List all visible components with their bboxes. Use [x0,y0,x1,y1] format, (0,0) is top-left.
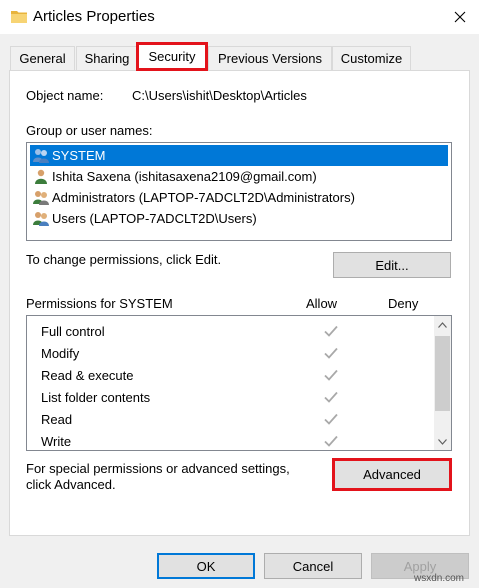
watermark: wsxdn.com [414,573,465,584]
chevron-down-icon [438,438,447,445]
permission-row-list-folder-contents: List folder contents [41,386,431,408]
group-item-system[interactable]: SYSTEM [30,145,448,166]
tab-customize[interactable]: Customize [332,46,411,70]
permission-label: Modify [41,345,80,361]
group-item-administrators[interactable]: Administrators (LAPTOP-7ADCLT2D\Administ… [30,187,448,208]
group-user-list[interactable]: SYSTEM Ishita Saxena (ishitasaxena2109@g… [26,142,452,241]
check-icon [324,413,338,425]
check-icon [324,347,338,359]
group-list-label: Group or user names: [26,123,153,138]
group-item-label: Administrators (LAPTOP-7ADCLT2D\Administ… [52,190,355,205]
scroll-up-button[interactable] [434,316,451,333]
permission-label: Write [41,433,72,449]
object-name-label: Object name: [26,88,104,103]
permission-label: Read & execute [41,367,134,383]
cancel-button-label: Cancel [292,558,334,574]
permission-label: List folder contents [41,389,151,405]
permission-row-modify: Modify [41,342,431,364]
permissions-list[interactable]: Full control Modify Read & execute List … [26,315,452,451]
advanced-hint-line2: click Advanced. [26,477,116,492]
cancel-button[interactable]: Cancel [264,553,362,579]
group-item-label: Ishita Saxena (ishitasaxena2109@gmail.co… [52,169,317,184]
permissions-title: Permissions for SYSTEM [26,296,173,311]
permission-label: Full control [41,323,105,339]
folder-icon [11,11,27,23]
window-title: Articles Properties [33,8,155,25]
close-icon [454,11,465,23]
permission-row-write: Write [41,430,431,452]
tab-label: Customize [340,51,403,66]
users-group-icon [33,190,49,205]
tab-label: Sharing [84,51,130,66]
tab-sharing[interactable]: Sharing [76,46,138,70]
deny-header: Deny [388,296,419,311]
permission-row-read: Read [41,408,431,430]
tab-previous-versions[interactable]: Previous Versions [208,46,332,70]
group-item-ishita[interactable]: Ishita Saxena (ishitasaxena2109@gmail.co… [30,166,448,187]
object-name-value: C:\Users\ishit\Desktop\Articles [132,88,307,103]
scroll-down-button[interactable] [434,433,451,450]
users-group-icon [33,148,49,163]
user-icon [35,169,47,184]
tab-general[interactable]: General [10,46,75,70]
edit-hint: To change permissions, click Edit. [26,252,222,267]
tab-label: Previous Versions [217,51,323,66]
allow-header: Allow [306,296,338,311]
edit-button-label: Edit... [375,257,409,273]
permission-row-full-control: Full control [41,320,431,342]
advanced-button-label: Advanced [363,467,421,482]
permission-row-read-execute: Read & execute [41,364,431,386]
check-icon [324,391,338,403]
check-icon [324,325,338,337]
scrollbar-thumb[interactable] [435,336,450,411]
title-bar: Articles Properties [0,0,479,34]
chevron-up-icon [438,321,447,328]
tab-label: General [19,51,66,66]
close-button[interactable] [440,0,479,34]
check-icon [324,435,338,447]
users-group-icon [33,211,49,226]
advanced-hint-line1: For special permissions or advanced sett… [26,461,290,476]
group-item-label: Users (LAPTOP-7ADCLT2D\Users) [52,211,257,226]
edit-button[interactable]: Edit... [333,252,451,278]
ok-button-label: OK [196,558,216,574]
check-icon [324,369,338,381]
tab-label: Security [148,49,196,64]
tab-security[interactable]: Security [136,42,208,71]
permissions-scrollbar[interactable] [434,316,451,450]
permission-label: Read [41,411,73,427]
apply-button-label: Apply [403,558,437,574]
group-item-label: SYSTEM [52,148,106,163]
ok-button[interactable]: OK [157,553,255,579]
advanced-button[interactable]: Advanced [332,458,452,491]
group-item-users[interactable]: Users (LAPTOP-7ADCLT2D\Users) [30,208,448,229]
